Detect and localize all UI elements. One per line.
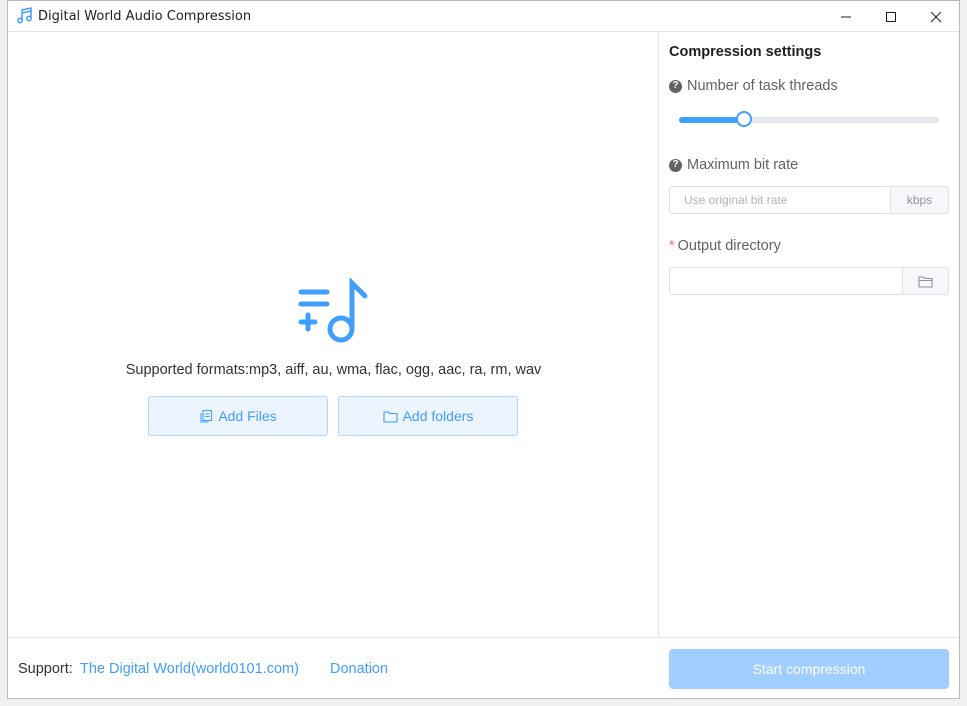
browse-folder-button[interactable] (902, 267, 949, 295)
threads-slider-handle[interactable] (736, 111, 752, 127)
bitrate-label-text: Maximum bit rate (687, 157, 799, 173)
footer: Support: The Digital World(world0101.com… (8, 637, 959, 698)
title-bar: Digital World Audio Compression (8, 1, 959, 32)
threads-label-text: Number of task threads (687, 78, 838, 94)
output-label-text: Output directory (677, 238, 781, 254)
settings-panel: Compression settings ? Number of task th… (660, 32, 959, 637)
maximize-button[interactable] (868, 1, 914, 32)
bitrate-input-group: kbps (669, 186, 949, 214)
bitrate-input[interactable] (669, 186, 890, 214)
window-title: Digital World Audio Compression (38, 9, 252, 24)
bitrate-unit: kbps (890, 186, 949, 214)
minimize-icon (841, 16, 851, 17)
close-button[interactable] (913, 1, 959, 32)
required-mark: * (669, 238, 675, 254)
threads-label: ? Number of task threads (669, 78, 838, 94)
bitrate-label: ? Maximum bit rate (669, 157, 798, 173)
maximize-icon (886, 11, 896, 22)
add-folders-button[interactable]: Add folders (338, 396, 518, 436)
settings-title: Compression settings (669, 44, 822, 60)
folder-icon (918, 275, 933, 288)
add-files-label: Add Files (218, 408, 277, 424)
website-link[interactable]: The Digital World(world0101.com) (80, 661, 299, 677)
folder-icon (383, 410, 398, 423)
supported-formats-text: Supported formats:mp3, aiff, au, wma, fl… (125, 362, 542, 378)
threads-slider[interactable] (679, 111, 939, 127)
output-directory-input[interactable] (669, 267, 902, 295)
files-icon (200, 409, 213, 423)
output-label: * Output directory (669, 238, 781, 254)
question-circle-icon[interactable]: ? (669, 79, 682, 93)
close-icon (930, 11, 942, 22)
output-input-group (669, 267, 949, 295)
question-circle-icon[interactable]: ? (669, 158, 682, 172)
threads-slider-fill (679, 117, 744, 123)
support-label: Support: (18, 661, 73, 677)
add-files-button[interactable]: Add Files (148, 396, 328, 436)
add-music-icon (298, 278, 368, 343)
file-drop-area[interactable]: Supported formats:mp3, aiff, au, wma, fl… (8, 32, 659, 637)
add-folders-label: Add folders (402, 408, 474, 424)
minimize-button[interactable] (823, 1, 869, 32)
donation-link[interactable]: Donation (330, 661, 388, 677)
start-compression-button[interactable]: Start compression (669, 649, 949, 689)
app-window: Digital World Audio Compression Supporte… (7, 0, 960, 699)
music-note-icon (17, 7, 32, 24)
